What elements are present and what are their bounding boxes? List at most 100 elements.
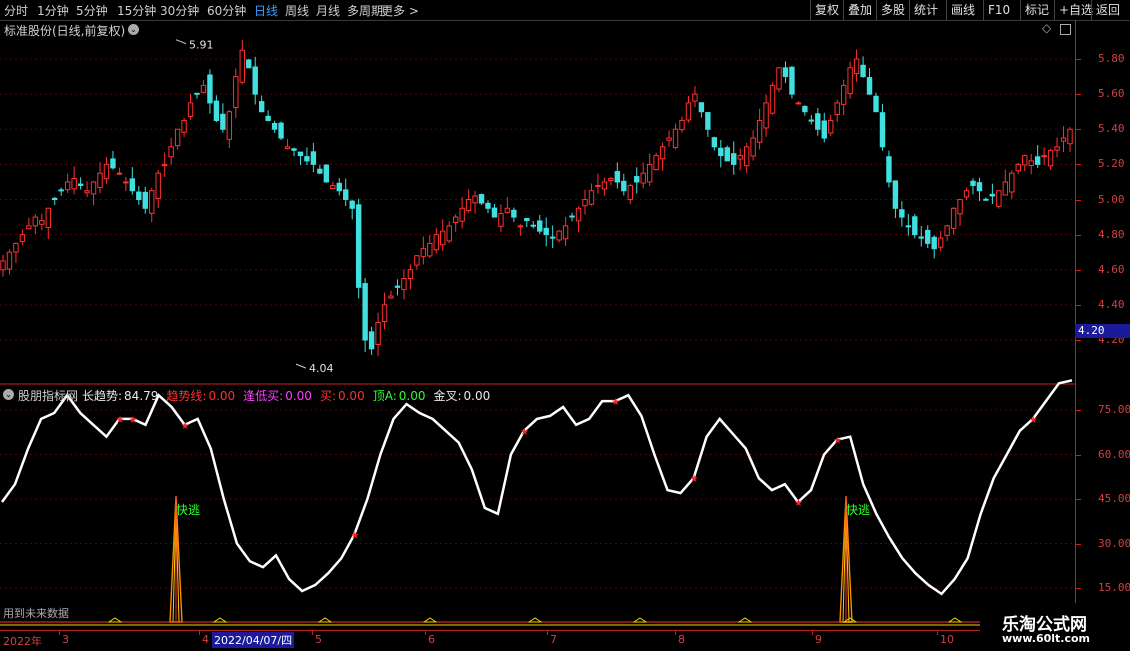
- toolbar-button-8[interactable]: 返回: [1091, 0, 1124, 20]
- escape-signal-label: 快逃: [176, 503, 200, 517]
- candle-body: [161, 163, 168, 167]
- candle-body: [452, 216, 459, 224]
- candle-body: [336, 182, 342, 192]
- candle-body: [433, 234, 439, 251]
- period-tab-5[interactable]: 60分钟: [207, 2, 246, 19]
- candle-body: [355, 204, 362, 288]
- period-tab-8[interactable]: 月线: [316, 2, 340, 19]
- month-tick: [312, 631, 313, 635]
- current-price-tag: 4.20: [1075, 324, 1130, 338]
- candle-body: [601, 181, 608, 190]
- candle-body: [543, 227, 549, 236]
- indicator-label-2: 逢低买:: [243, 389, 284, 403]
- candle-body: [52, 197, 58, 200]
- toolbar-button-0[interactable]: 复权: [810, 0, 843, 20]
- indicator-value-1: 0.00: [208, 389, 236, 403]
- candle-body: [407, 269, 414, 279]
- candle-body: [950, 207, 957, 229]
- candle-body: [1002, 181, 1009, 196]
- candle-body: [368, 331, 375, 350]
- minor-signal: [947, 617, 963, 623]
- candle-body: [853, 58, 860, 75]
- candle-body: [13, 242, 19, 253]
- period-tab-6[interactable]: 日线: [254, 2, 278, 19]
- candle-body: [472, 195, 478, 204]
- minor-signal: [317, 617, 333, 623]
- price-tick-5: 4.80: [1098, 227, 1125, 241]
- candle-body: [537, 220, 543, 232]
- indicator-tick-0: 75.00: [1098, 403, 1130, 416]
- candle-body: [524, 217, 530, 222]
- period-tab-10[interactable]: 更多 >: [381, 2, 419, 19]
- candle-body: [310, 151, 317, 165]
- toolbar: 分时 1分钟 5分钟 15分钟 30分钟 60分钟 日线 周线 月线 多周期 更多 > 复权 叠加 多股统…: [0, 0, 1130, 21]
- candle-body: [381, 304, 388, 322]
- future-data-warning: 用到未来数据: [3, 606, 69, 620]
- candle-body: [187, 102, 194, 118]
- chart-area: 5.914.04★ ★★★★★★★★★快逃 快逃用到未来数据: [0, 39, 1075, 626]
- minor-signal: [632, 617, 648, 623]
- period-tab-4[interactable]: 30分钟: [160, 2, 199, 19]
- candle-body: [207, 74, 213, 104]
- candle-body: [362, 283, 368, 341]
- candle-body: [530, 224, 536, 227]
- candle-body: [840, 84, 847, 105]
- candle-body: [174, 128, 181, 147]
- candle-body: [252, 66, 258, 95]
- candle-body: [291, 148, 297, 151]
- candle-body: [866, 77, 873, 95]
- candle-body: [375, 321, 381, 346]
- watermark-url: www.60lt.com: [1002, 632, 1091, 645]
- candle-body: [976, 182, 983, 192]
- toolbar-button-6[interactable]: 标记: [1020, 0, 1053, 20]
- indicator-value-3: 0.00: [337, 389, 365, 403]
- candle-body: [485, 202, 491, 209]
- candle-body: [892, 180, 899, 209]
- period-tab-3[interactable]: 15分钟: [117, 2, 156, 19]
- indicator-name[interactable]: 股朋指标网: [18, 387, 78, 404]
- period-tab-7[interactable]: 周线: [285, 2, 309, 19]
- candle-body: [271, 123, 278, 130]
- toolbar-button-1[interactable]: 叠加: [843, 0, 876, 20]
- toolbar-button-4[interactable]: 画线: [946, 0, 979, 20]
- watermark: 乐淘公式网 www.60lt.com: [980, 603, 1130, 650]
- period-tab-0[interactable]: 分时: [4, 2, 28, 19]
- toolbar-button-2[interactable]: 多股: [876, 0, 909, 20]
- month-tick: [59, 631, 60, 635]
- period-tab-2[interactable]: 5分钟: [76, 2, 108, 19]
- low-pointer: [295, 363, 307, 369]
- candle-body: [899, 209, 905, 218]
- candle-body: [1015, 163, 1021, 172]
- candle-body: [815, 113, 821, 130]
- month-label-2: 5: [315, 633, 322, 646]
- candle-body: [937, 237, 944, 248]
- candle-body: [123, 181, 129, 184]
- month-tick: [199, 631, 200, 635]
- candle-body: [802, 106, 808, 113]
- period-tab-9[interactable]: 多周期: [347, 2, 383, 19]
- candle-body: [957, 199, 963, 215]
- buy-star-icon: ★: [690, 474, 699, 485]
- indicator-dropdown-icon[interactable]: ⌄: [3, 389, 14, 400]
- price-tick-7: 4.40: [1098, 297, 1125, 311]
- candle-body: [944, 225, 950, 236]
- month-tick: [547, 631, 548, 635]
- month-label-7: 10: [940, 633, 954, 646]
- candle-body: [388, 295, 394, 299]
- month-label-3: 6: [428, 633, 435, 646]
- period-tab-1[interactable]: 1分钟: [37, 2, 69, 19]
- candle-body: [330, 184, 336, 190]
- candle-body: [478, 194, 485, 204]
- candle-body: [996, 190, 1002, 207]
- price-tick-mark: [1076, 164, 1081, 166]
- candle-body: [692, 93, 698, 102]
- month-label-1: 4: [202, 633, 209, 646]
- toolbar-button-3[interactable]: 统计: [909, 0, 942, 20]
- buy-star-icon: ★: [350, 531, 359, 542]
- candle-body: [511, 209, 517, 218]
- candle-body: [278, 122, 284, 139]
- candle-body: [789, 66, 795, 95]
- toolbar-button-5[interactable]: F10: [983, 0, 1014, 20]
- month-tick: [812, 631, 813, 635]
- trend-line: [0, 379, 1073, 596]
